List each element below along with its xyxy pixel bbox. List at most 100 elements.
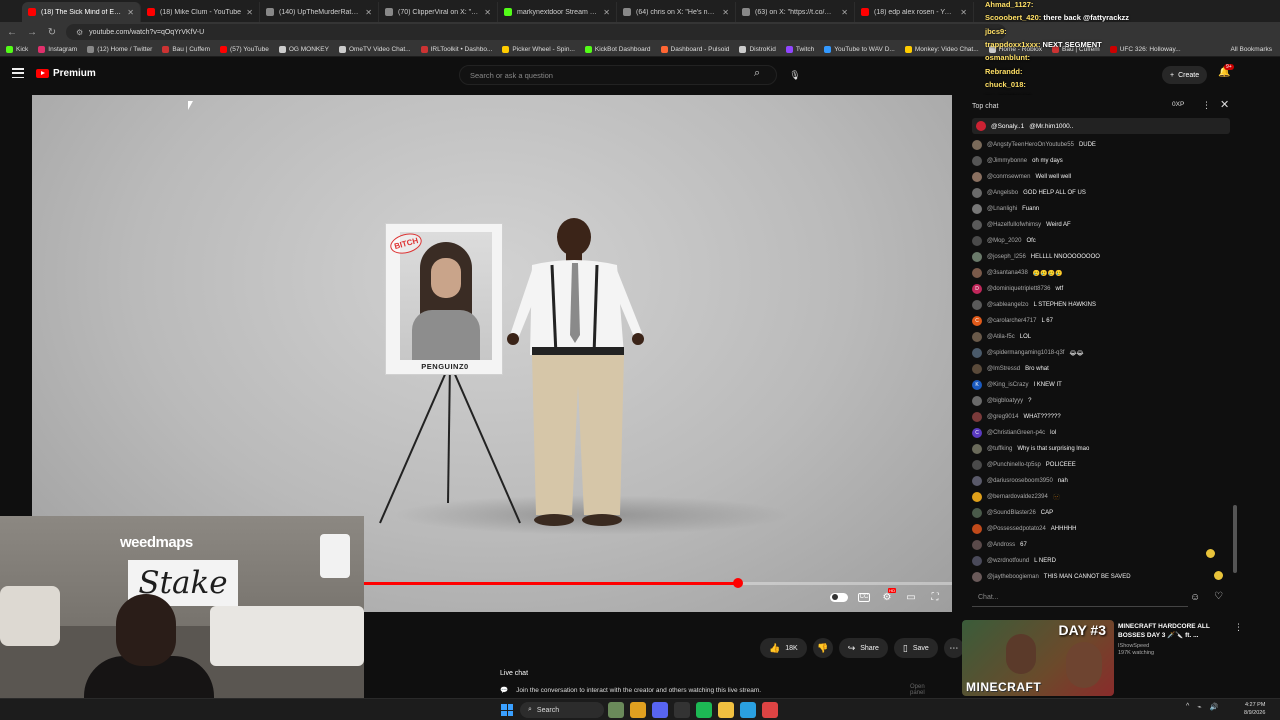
chat-username[interactable]: @ChristianGreen-p4c [987,430,1045,436]
browser-tab[interactable]: (64) chris on X: "He's no dif ✕ [617,2,736,22]
avatar[interactable] [972,572,982,582]
avatar[interactable] [972,204,982,214]
chat-message[interactable]: @wzrdnotfound L NERD [972,553,1234,569]
chat-username[interactable]: @Hazelfullofwhimsy [987,222,1041,228]
avatar[interactable] [972,156,982,166]
url-field[interactable]: ⚙ youtube.com/watch?v=qOqYrVKfV-U [66,24,1006,40]
chat-username[interactable]: @wzrdnotfound [987,558,1029,564]
chat-message[interactable]: @spidermangaming1018-q3f 😂😂 [972,345,1234,361]
captions-icon[interactable]: CC [858,592,870,602]
avatar[interactable] [972,188,982,198]
avatar[interactable]: K [972,380,982,390]
chat-username[interactable]: @Mop_2020 [987,238,1021,244]
bookmark-item[interactable]: OG MONKEY [278,45,329,53]
open-panel-button[interactable]: Open panel [910,684,925,696]
chat-message[interactable]: @dariusrooseboom3950 nah [972,473,1234,489]
tab-close-icon[interactable]: ✕ [127,8,134,17]
chat-username[interactable]: @King_isCrazy [987,382,1028,388]
recommended-channel[interactable]: IShowSpeed [1118,643,1230,649]
start-icon[interactable] [501,704,513,716]
browser-tab[interactable]: (18) The Sick Mind of EDP445 ✕ [22,2,141,22]
chat-message[interactable]: C @carolarcher4717 L 67 [972,313,1234,329]
folder-icon[interactable] [718,702,734,718]
chat-username[interactable]: @tuffking [987,446,1012,452]
chat-username[interactable]: @carolarcher4717 [987,318,1036,324]
chat-message[interactable]: @tuffking Why is that surprising lmao [972,441,1234,457]
chat-message[interactable]: @jaytheboogieman THIS MAN CANNOT BE SAVED [972,569,1234,583]
fullscreen-icon[interactable]: ⛶ [928,590,942,604]
chrome-icon[interactable] [762,702,778,718]
chat-scrollbar[interactable] [1233,505,1237,573]
avatar[interactable] [972,492,982,502]
avatar[interactable] [972,476,982,486]
bookmark-item[interactable]: Bau | Cuffem [162,45,210,53]
chat-username[interactable]: @conrnsewmen [987,174,1030,180]
chat-message[interactable]: @joseph_I256 HELLLL NNOOOOOOOO [972,249,1234,265]
taskbar-app-icon[interactable] [674,702,690,718]
browser-tab[interactable]: (18) Mike Clum - YouTube ✕ [141,2,260,22]
emoji-icon[interactable]: ☺ [1190,592,1200,603]
progress-scrubber[interactable] [732,578,743,588]
bookmark-item[interactable]: DistroKid [739,45,776,53]
chat-message[interactable]: C @ChristianGreen-p4c lol [972,425,1234,441]
bookmark-item[interactable]: Instagram [38,45,77,53]
more-icon[interactable]: ⋮ [1234,622,1243,633]
close-chat-icon[interactable]: ✕ [1220,98,1229,111]
tab-close-icon[interactable]: ✕ [246,8,253,17]
back-icon[interactable]: ← [6,27,18,38]
chat-message[interactable]: @Angelsbo GOD HELP ALL OF US [972,185,1234,201]
more-actions-button[interactable]: ⋯ [943,638,964,658]
avatar[interactable] [972,460,982,470]
bookmark-item[interactable]: Monkey: Video Chat... [904,45,979,53]
autoplay-toggle[interactable] [830,592,848,602]
chat-username[interactable]: @Angelsbo [987,190,1018,196]
avatar[interactable] [972,172,982,182]
chat-message[interactable]: @SoundBlaster26 CAP [972,505,1234,521]
bookmark-item[interactable]: KickBot Dashboard [584,45,651,53]
like-button[interactable]: 👍 18K [760,638,807,658]
chat-input[interactable]: Chat... [972,589,1188,607]
chevron-up-icon[interactable]: ^ [1186,703,1189,711]
menu-icon[interactable] [12,68,24,78]
recommended-title[interactable]: MINECRAFT HARDCORE ALL BOSSES DAY 3 🗡️🔪 … [1118,622,1230,640]
heart-icon[interactable]: ♡ [1214,591,1223,602]
chat-message[interactable]: @Andross 67 [972,537,1234,553]
chat-message[interactable]: @Hazelfullofwhimsy Weird AF [972,217,1234,233]
taskbar-app-icon[interactable] [608,702,624,718]
avatar[interactable] [972,540,982,550]
chat-username[interactable]: @ImStressd [987,366,1020,372]
avatar[interactable] [972,412,982,422]
avatar[interactable] [972,140,982,150]
chat-menu-icon[interactable]: ⋮ [1202,100,1211,111]
chat-username[interactable]: @Atila-f5c [987,334,1015,340]
browser-tab[interactable]: (70) ClipperViral on X: "N... ✕ [379,2,498,22]
avatar[interactable] [972,556,982,566]
pinned-message[interactable]: @Sonaly..1 @Mr.him1000.. [972,118,1230,134]
chat-message[interactable]: @Jimmybonne oh my days [972,153,1234,169]
chat-message[interactable]: @sableangelzo L STEPHEN HAWKINS [972,297,1234,313]
chat-message[interactable]: @bernardovaldez2394 🫥 [972,489,1234,505]
recommended-thumbnail[interactable]: DAY #3 MINECRAFT [962,620,1114,696]
bookmark-item[interactable]: YouTube to WAV D... [824,45,895,53]
chat-message[interactable]: @ImStressd Bro what [972,361,1234,377]
chat-message[interactable]: @Mop_2020 Ofc [972,233,1234,249]
network-icon[interactable]: ⌁ [1197,703,1201,711]
chat-username[interactable]: @Jimmybonne [987,158,1027,164]
chat-message[interactable]: @Possessedpotato24 AHHHHH [972,521,1234,537]
avatar[interactable] [972,300,982,310]
notifications-icon[interactable]: 🔔 9+ [1218,64,1234,78]
tab-close-icon[interactable]: ✕ [365,8,372,17]
bookmark-item[interactable]: Dashboard - Pulsoid [660,45,729,53]
chat-username[interactable]: @spidermangaming1018-q3f [987,350,1064,356]
bookmark-item[interactable]: Kick [6,45,28,53]
chat-username[interactable]: @AngstyTeenHeroOnYoutube55 [987,142,1074,148]
volume-icon[interactable]: 🔊 [1210,703,1219,711]
bookmark-item[interactable]: OmeTV Video Chat... [338,45,411,53]
forward-icon[interactable]: → [26,27,38,38]
search-icon[interactable]: ⌕ [754,67,760,80]
bookmark-item[interactable]: (57) YouTube [220,45,269,53]
chat-username[interactable]: @3santana438 [987,270,1028,276]
create-button[interactable]: + Create [1162,66,1208,84]
chat-username[interactable]: @sableangelzo [987,302,1028,308]
dislike-button[interactable]: 👎 [812,638,833,658]
